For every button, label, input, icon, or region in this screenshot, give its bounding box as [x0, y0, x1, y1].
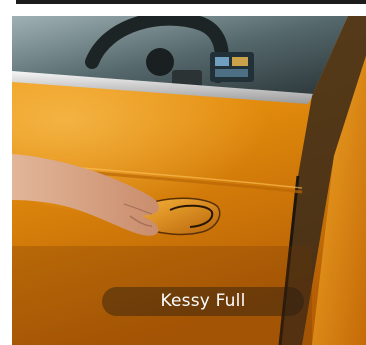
feature-caption: Kessy Full [160, 291, 246, 311]
page: Kessy Full [0, 0, 366, 345]
caption-pill: Kessy Full [102, 287, 304, 316]
feature-card[interactable]: Kessy Full [12, 16, 366, 345]
previous-image-edge [16, 0, 366, 4]
